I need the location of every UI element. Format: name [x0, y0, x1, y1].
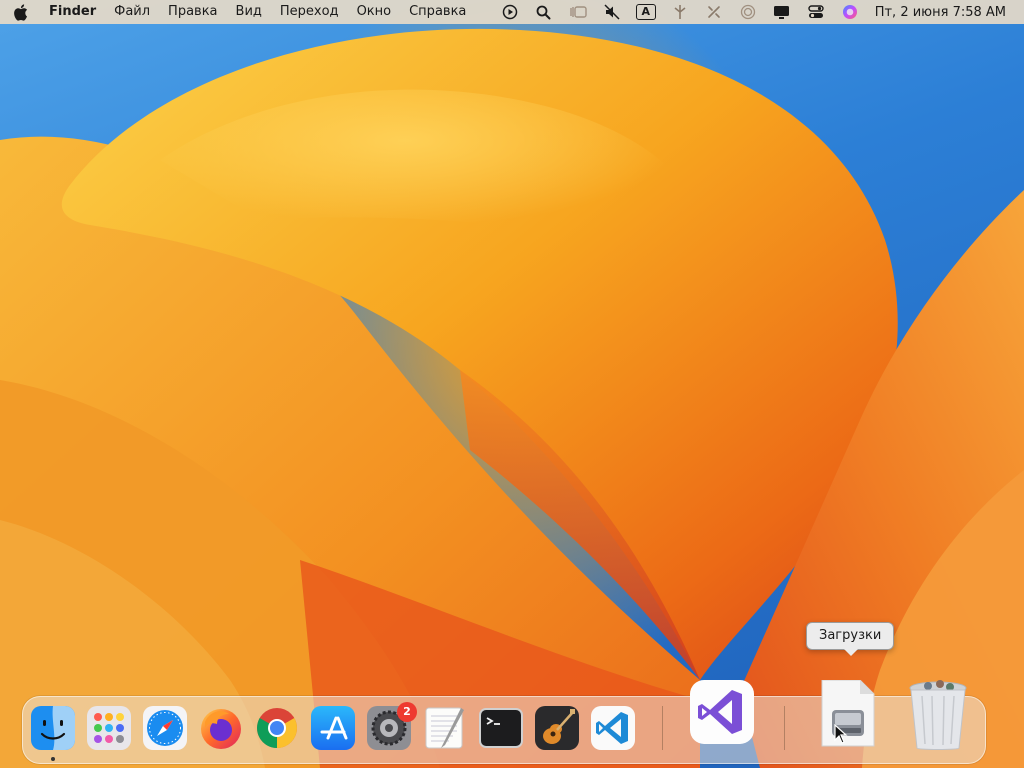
dock-item-vscode[interactable] — [591, 706, 635, 750]
menu-go[interactable]: Переход — [271, 0, 348, 24]
menu-bar-clock[interactable]: Пт, 2 июня 7:58 AM — [867, 5, 1024, 20]
safari-icon — [143, 706, 187, 750]
visual-studio-icon — [690, 680, 754, 744]
vscode-icon — [591, 706, 635, 750]
finder-running-indicator — [51, 757, 55, 761]
app-store-icon — [311, 706, 355, 750]
vpn-icon[interactable] — [670, 0, 690, 24]
dock-item-visual-studio[interactable] — [690, 680, 754, 744]
dock-item-launchpad[interactable] — [87, 706, 131, 750]
menu-bar: Finder Файл Правка Вид Переход Окно Спра… — [0, 0, 1024, 24]
menu-bar-status-area: A Пт, 2 июня 7:58 AM — [493, 0, 1024, 24]
input-source-label: A — [635, 4, 656, 20]
downloads-stack-icon — [821, 679, 875, 747]
dock-item-terminal[interactable] — [479, 706, 523, 750]
firefox-icon — [201, 709, 241, 749]
stage-manager-icon[interactable] — [568, 0, 588, 24]
apple-menu[interactable] — [0, 3, 40, 21]
dock-separator — [662, 706, 663, 750]
dock-tooltip: Загрузки — [806, 622, 895, 656]
siri-icon[interactable] — [840, 0, 860, 24]
menu-view[interactable]: Вид — [227, 0, 271, 24]
dock-item-app-store[interactable] — [311, 706, 355, 750]
dock-item-finder[interactable] — [31, 706, 75, 750]
finder-icon — [31, 706, 75, 750]
menu-file[interactable]: Файл — [105, 0, 159, 24]
menu-window[interactable]: Окно — [348, 0, 401, 24]
dock-item-downloads[interactable] — [816, 679, 880, 747]
dock-item-trash[interactable] — [906, 680, 970, 750]
input-source-icon[interactable]: A — [635, 0, 656, 24]
terminal-icon — [479, 708, 523, 748]
menu-help[interactable]: Справка — [400, 0, 475, 24]
garageband-icon — [535, 706, 579, 750]
spotlight-search-icon[interactable] — [534, 0, 554, 24]
control-center-icon[interactable] — [806, 0, 826, 24]
airdrop-icon[interactable] — [738, 0, 758, 24]
wallpaper-petals — [0, 28, 1024, 768]
menu-edit[interactable]: Правка — [159, 0, 226, 24]
tools-icon[interactable] — [704, 0, 724, 24]
now-playing-icon[interactable] — [500, 0, 520, 24]
textedit-icon — [425, 707, 464, 749]
apple-logo-icon — [13, 3, 27, 21]
dock-item-textedit[interactable] — [423, 706, 467, 750]
display-icon[interactable] — [772, 0, 792, 24]
chrome-icon — [257, 708, 297, 748]
dock-item-safari[interactable] — [143, 706, 187, 750]
desktop-wallpaper — [0, 0, 1024, 768]
mic-muted-icon[interactable] — [602, 0, 622, 24]
launchpad-icon — [87, 706, 131, 750]
menu-app-finder[interactable]: Finder — [40, 0, 105, 24]
dock-item-garageband[interactable] — [535, 706, 579, 750]
dock-item-chrome[interactable] — [255, 706, 299, 750]
dock-item-firefox[interactable] — [199, 706, 243, 750]
trash-icon — [909, 680, 967, 750]
mouse-cursor-icon — [834, 724, 848, 744]
system-settings-badge: 2 — [397, 702, 417, 722]
dock-separator — [784, 706, 785, 750]
